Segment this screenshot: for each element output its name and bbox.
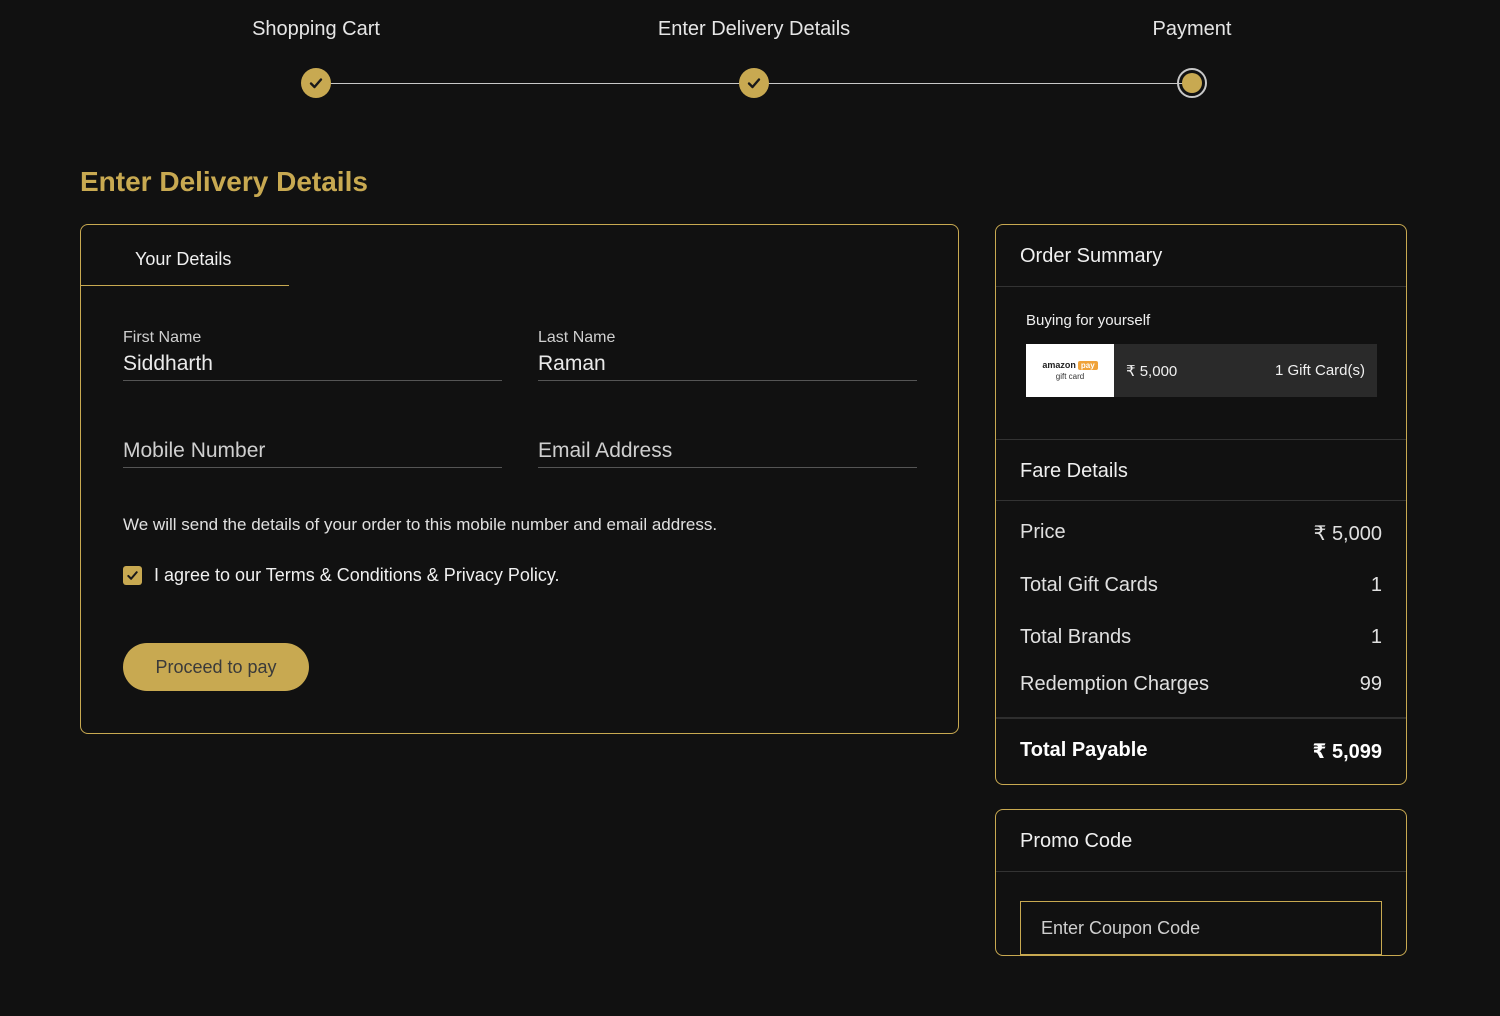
tab-label: Your Details (135, 249, 232, 269)
step-label-payment: Payment (1152, 18, 1232, 40)
tab-your-details[interactable]: Your Details (81, 225, 289, 286)
fare-value: ₹ 5,000 (1313, 523, 1382, 545)
email-address-placeholder[interactable]: Email Address (538, 439, 672, 463)
fare-value: 1 (1370, 626, 1382, 648)
fare-details-header: Fare Details (996, 439, 1406, 501)
fare-details-title: Fare Details (1020, 460, 1128, 482)
coupon-code-input[interactable] (1020, 901, 1382, 955)
fare-value: 99 (1359, 673, 1382, 695)
last-name-field[interactable]: Last Name Raman (538, 325, 917, 381)
logo-brand-text: amazon (1042, 360, 1076, 370)
gift-card-count: 1 Gift Card(s) (1274, 362, 1365, 379)
page-title: Enter Delivery Details (80, 166, 368, 197)
promo-code-header: Promo Code (996, 810, 1406, 872)
order-summary-header: Order Summary (996, 225, 1406, 287)
step-label-shopping-cart[interactable]: Shopping Cart (252, 18, 380, 41)
step-label-delivery-details[interactable]: Enter Delivery Details (658, 18, 850, 41)
delivery-note: We will send the details of your order t… (123, 515, 718, 534)
fare-key: Total Gift Cards (1020, 574, 1158, 596)
logo-pay-badge: pay (1077, 360, 1098, 370)
gift-card-amount: ₹ 5,000 (1126, 363, 1178, 380)
mobile-number-field[interactable]: Mobile Number (123, 435, 502, 468)
fare-key: Total Brands (1020, 626, 1132, 648)
order-summary-title: Order Summary (1020, 245, 1163, 267)
step-done-check-icon[interactable] (739, 68, 769, 98)
total-payable-value: ₹ 5,099 (1312, 741, 1382, 763)
first-name-field[interactable]: First Name Siddharth (123, 325, 502, 381)
agree-terms-label[interactable]: I agree to our Terms & Conditions & Priv… (154, 565, 560, 586)
agree-checkbox[interactable] (123, 566, 142, 585)
email-address-field[interactable]: Email Address (538, 435, 917, 468)
stepper-connector (316, 83, 754, 84)
buying-for-label: Buying for yourself (1026, 312, 1151, 329)
logo-gift-card-text: gift card (1055, 372, 1085, 381)
fare-key: Price (1020, 521, 1066, 543)
stepper-connector (754, 83, 1192, 84)
agree-terms-row[interactable]: I agree to our Terms & Conditions & Priv… (123, 565, 560, 586)
gift-card-item: amazon pay gift card ₹ 5,000 1 Gift Card… (1026, 344, 1377, 397)
order-summary-panel: Order Summary Buying for yourself amazon… (995, 224, 1407, 785)
total-divider (996, 717, 1406, 719)
proceed-to-pay-button[interactable]: Proceed to pay (123, 643, 309, 691)
first-name-value[interactable]: Siddharth (123, 352, 213, 376)
mobile-number-placeholder[interactable]: Mobile Number (123, 439, 265, 463)
fare-key: Redemption Charges (1020, 673, 1209, 695)
fare-value: 1 (1370, 574, 1382, 596)
last-name-label: Last Name (538, 329, 616, 346)
your-details-panel: Your Details First Name Siddharth Last N… (80, 224, 959, 734)
step-done-check-icon[interactable] (301, 68, 331, 98)
checkbox-check-icon (127, 571, 138, 580)
last-name-value[interactable]: Raman (538, 352, 606, 376)
amazon-pay-gift-card-logo: amazon pay gift card (1026, 344, 1114, 397)
checkout-stepper: Shopping Cart Enter Delivery Details Pay… (0, 0, 1500, 110)
total-payable-label: Total Payable (1020, 739, 1148, 761)
promo-code-panel: Promo Code (995, 809, 1407, 956)
step-current-indicator (1177, 68, 1207, 98)
first-name-label: First Name (123, 329, 202, 346)
promo-code-title: Promo Code (1020, 830, 1133, 852)
